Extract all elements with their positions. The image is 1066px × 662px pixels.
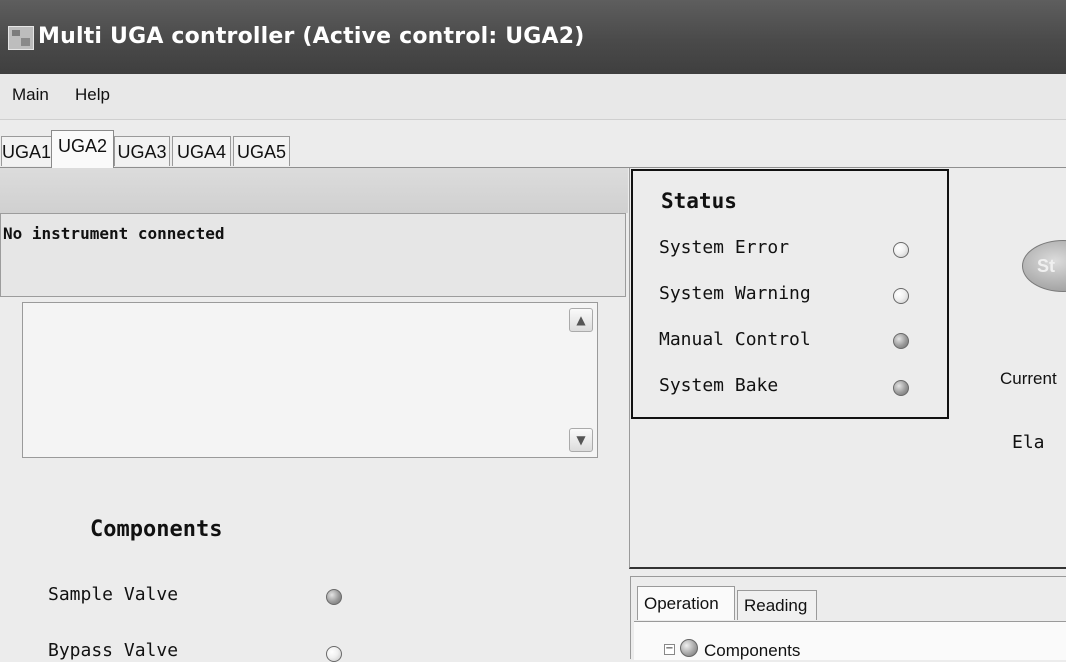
- tab-uga1[interactable]: UGA1: [1, 136, 52, 166]
- log-scrollbar[interactable]: ▲ ▼: [569, 308, 593, 452]
- status-system-warning-label: System Warning: [659, 283, 811, 304]
- manual-control-indicator-icon: [893, 333, 909, 349]
- component-sample-valve-label: Sample Valve: [48, 584, 179, 605]
- components-title: Components: [90, 517, 223, 542]
- tab-operation[interactable]: Operation: [637, 586, 735, 620]
- left-panel: No instrument connected ▲ ▼ Components S…: [0, 168, 628, 662]
- tab-uga4[interactable]: UGA4: [172, 136, 231, 166]
- status-title: Status: [661, 189, 737, 213]
- components-tree: [634, 621, 1066, 660]
- component-bypass-valve-label: Bypass Valve: [48, 640, 179, 661]
- status-panel: Status System Error System Warning Manua…: [631, 169, 949, 419]
- scroll-up-arrow-icon[interactable]: ▲: [569, 308, 593, 332]
- current-label: Current: [1000, 369, 1057, 388]
- tree-node-icon: [680, 639, 698, 657]
- log-textarea[interactable]: ▲ ▼: [22, 302, 598, 458]
- system-error-indicator-icon: [893, 242, 909, 258]
- tree-collapse-icon[interactable]: −: [664, 644, 675, 655]
- elapsed-label: Ela: [1012, 432, 1045, 453]
- app-grid-icon: [8, 26, 34, 50]
- bypass-valve-indicator-icon: [326, 646, 342, 662]
- connection-status-text: No instrument connected: [3, 224, 225, 243]
- tab-uga3[interactable]: UGA3: [114, 136, 170, 166]
- tab-reading[interactable]: Reading: [737, 590, 817, 620]
- menu-help[interactable]: Help: [75, 85, 110, 105]
- status-system-error-label: System Error: [659, 237, 790, 258]
- menu-main[interactable]: Main: [12, 85, 49, 105]
- scroll-down-arrow-icon[interactable]: ▼: [569, 428, 593, 452]
- status-system-bake-label: System Bake: [659, 375, 779, 396]
- tree-node-components[interactable]: Components: [704, 641, 800, 661]
- device-tabs: UGA1 UGA2 UGA3 UGA4 UGA5: [0, 120, 1066, 168]
- sample-valve-indicator-icon: [326, 589, 342, 605]
- tab-uga5[interactable]: UGA5: [233, 136, 290, 166]
- window-title: Multi UGA controller (Active control: UG…: [38, 24, 585, 49]
- status-manual-control-label: Manual Control: [659, 329, 811, 350]
- connection-status-box: No instrument connected: [0, 213, 626, 297]
- tab-uga2[interactable]: UGA2: [51, 130, 114, 168]
- menu-bar: Main Help: [0, 74, 1066, 120]
- connection-header-bar: [0, 168, 628, 213]
- system-warning-indicator-icon: [893, 288, 909, 304]
- title-bar[interactable]: Multi UGA controller (Active control: UG…: [0, 0, 1066, 74]
- system-bake-indicator-icon: [893, 380, 909, 396]
